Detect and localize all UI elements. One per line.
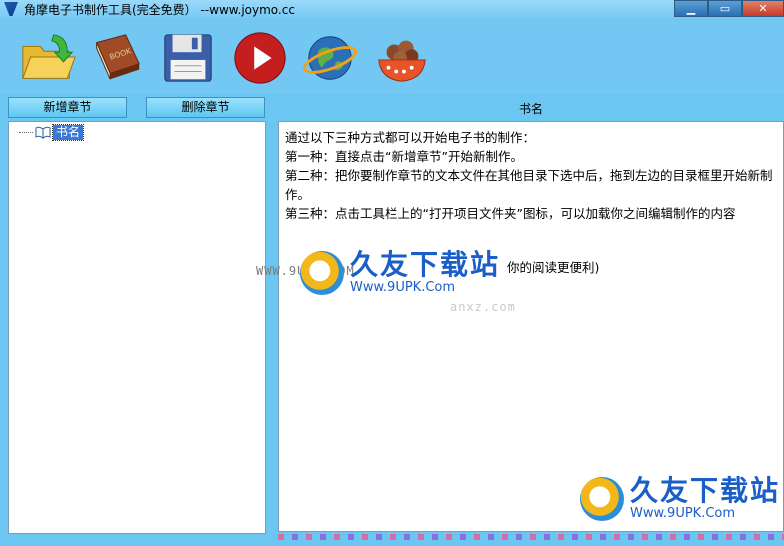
tree-root-label[interactable]: 书名 — [51, 123, 85, 141]
content-line: 第一种：直接点击“新增章节”开始新制作。 — [285, 149, 523, 164]
chapter-tree[interactable]: 书名 — [8, 121, 266, 534]
open-book-icon — [35, 126, 51, 139]
delete-chapter-button[interactable]: 删除章节 — [146, 97, 265, 118]
watermark-faint-url: WWW.9UPK.COM — [256, 264, 355, 278]
book-icon: BOOK — [95, 34, 140, 80]
maximize-button[interactable]: ▭ — [708, 0, 742, 17]
toolbar: BOOK — [0, 18, 784, 94]
tree-root-node[interactable]: 书名 — [19, 123, 85, 141]
app-icon — [4, 2, 18, 16]
save-disk-icon — [164, 34, 212, 82]
globe-icon — [302, 36, 358, 80]
bottom-strip — [278, 534, 784, 540]
open-folder-icon — [22, 34, 76, 79]
window-title: 角摩电子书制作工具(完全免费） --www.joymo.cc — [24, 2, 295, 17]
close-button[interactable]: ✕ — [742, 0, 784, 17]
content-text-area[interactable]: 通过以下三种方式都可以开始电子书的制作： 第一种：直接点击“新增章节”开始新制作… — [278, 121, 784, 532]
globe-button[interactable] — [300, 28, 360, 88]
bowl-icon — [378, 40, 426, 82]
open-folder-button[interactable] — [18, 28, 78, 88]
content-line — [285, 223, 777, 242]
watermark-faint-site: anxz.com — [450, 300, 516, 314]
content-line: 第三种：点击工具栏上的“打开项目文件夹”图标，可以加载你之间编辑制作的内容 — [285, 206, 736, 221]
tree-connector — [19, 131, 33, 133]
content-line: 通过以下三种方式都可以开始电子书的制作： — [285, 130, 536, 145]
book-button[interactable]: BOOK — [86, 28, 146, 88]
window-controls: ▁ ▭ ✕ — [674, 0, 784, 17]
content-header: 书名 — [518, 102, 543, 116]
add-chapter-button[interactable]: 新增章节 — [8, 97, 127, 118]
play-button[interactable] — [230, 28, 290, 88]
bowl-button[interactable] — [372, 28, 432, 88]
save-button[interactable] — [158, 28, 218, 88]
minimize-button[interactable]: ▁ — [674, 0, 708, 17]
title-bar: 角摩电子书制作工具(完全免费） --www.joymo.cc ▁ ▭ ✕ — [0, 0, 784, 18]
content-line: 第二种：把你要制作章节的文本文件在其他目录下选中后，拖到左边的目录框里开始新制作… — [285, 168, 773, 202]
play-icon — [234, 32, 286, 84]
content-line: 你的阅读更便利) — [507, 260, 600, 275]
